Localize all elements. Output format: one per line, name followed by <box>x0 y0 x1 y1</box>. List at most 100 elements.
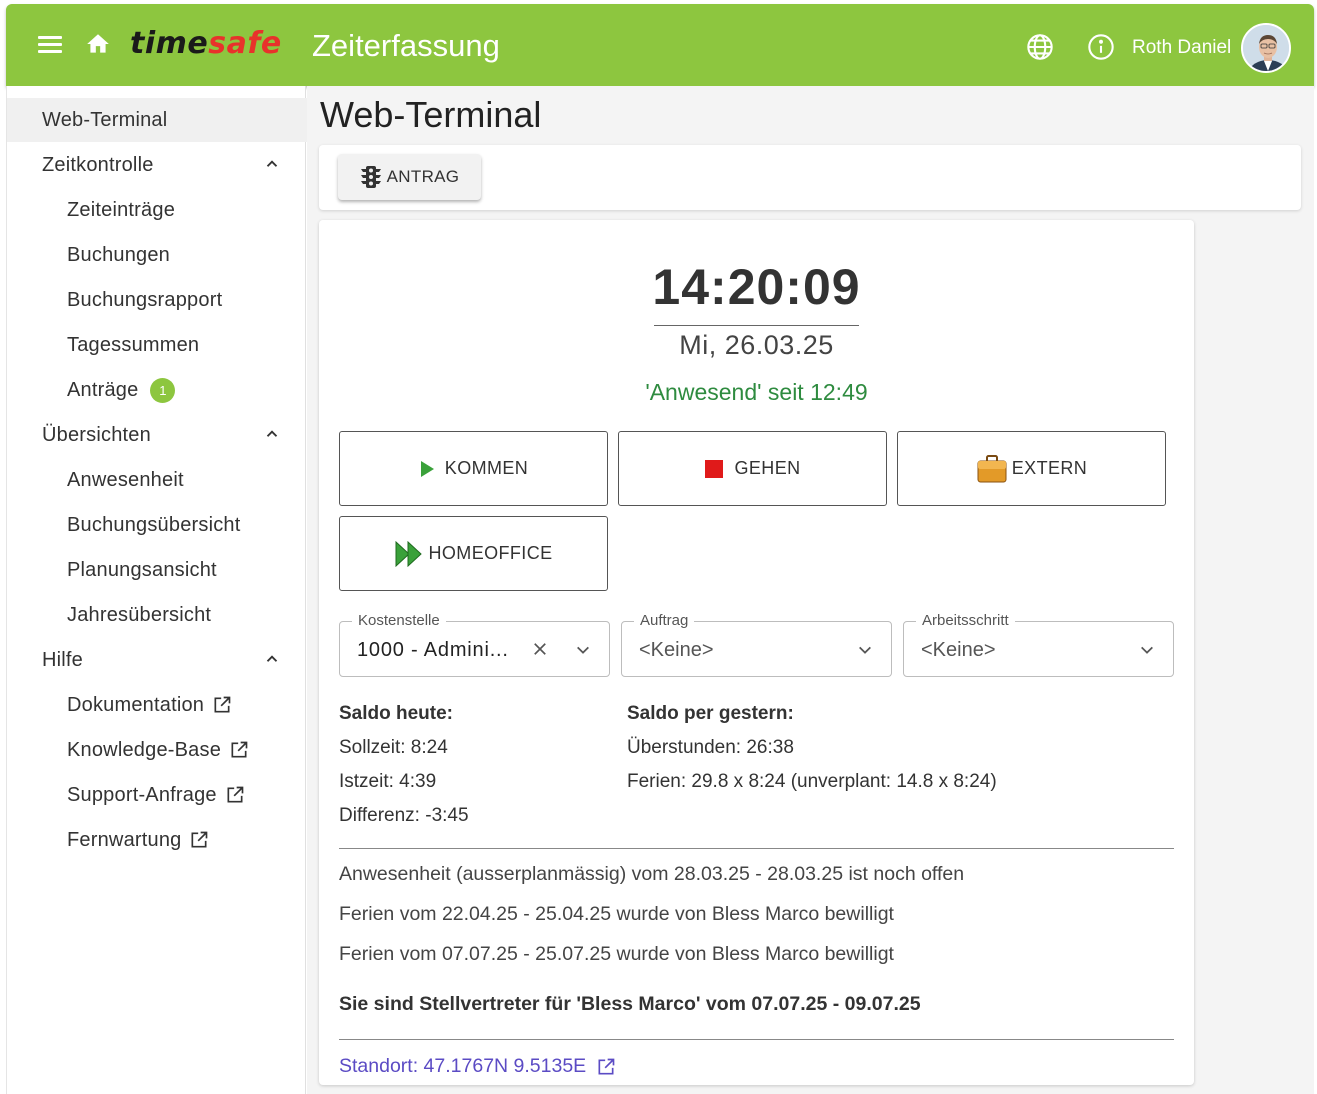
sidebar-item-label: Buchungsübersicht <box>67 513 241 536</box>
chevron-up-icon <box>266 430 278 437</box>
sidebar-item-tagessummen[interactable]: Tagessummen <box>7 323 307 367</box>
auftrag-value: <Keine> <box>639 639 714 661</box>
sidebar-item-support-anfrage[interactable]: Support-Anfrage <box>7 773 307 817</box>
sollzeit-value: Sollzeit: 8:24 <box>339 737 448 758</box>
message-item: Anwesenheit (ausserplanmässig) vom 28.03… <box>339 863 965 885</box>
info-icon[interactable] <box>1087 33 1115 61</box>
antrag-button-label: ANTRAG <box>386 167 460 186</box>
istzeit-value: Istzeit: 4:39 <box>339 771 437 792</box>
sidebar-item-label: Zeiteinträge <box>67 198 176 221</box>
kommen-label: KOMMEN <box>444 458 529 478</box>
app-header: timesafe Zeiterfassung Roth Daniel <box>6 4 1314 86</box>
home-icon[interactable] <box>84 31 112 57</box>
kostenstelle-select[interactable]: Kostenstelle 1000 - Admini... <box>339 612 610 677</box>
logo-text-time: time <box>130 26 209 61</box>
fast-forward-icon <box>395 540 422 567</box>
arbeitsschritt-select[interactable]: Arbeitsschritt <Keine> <box>903 612 1174 677</box>
homeoffice-button[interactable]: HOMEOFFICE <box>339 516 608 591</box>
sidebar-item-label: Web-Terminal <box>42 108 168 131</box>
sidebar-item-label: Buchungen <box>67 243 171 266</box>
kostenstelle-label: Kostenstelle <box>352 612 446 629</box>
sidebar-group-zeitkontrolle[interactable]: Zeitkontrolle <box>7 143 307 187</box>
external-link-icon <box>214 696 231 713</box>
ferien-value: Ferien: 29.8 x 8:24 (unverplant: 14.8 x … <box>627 771 997 792</box>
sidebar-item-zeiteintraege[interactable]: Zeiteinträge <box>7 188 307 232</box>
sidebar-item-label: Knowledge-Base <box>67 738 222 761</box>
auftrag-select[interactable]: Auftrag <Keine> <box>621 612 892 677</box>
sidebar-item-label: Anwesenheit <box>67 468 184 491</box>
sidebar-group-hilfe[interactable]: Hilfe <box>7 638 307 682</box>
antrag-button[interactable]: ANTRAG <box>338 154 481 200</box>
arbeitsschritt-value: <Keine> <box>921 639 996 661</box>
divider <box>339 1039 1174 1040</box>
count-badge: 1 <box>150 377 176 403</box>
globe-icon[interactable] <box>1026 33 1054 61</box>
sidebar-item-label: Jahresübersicht <box>67 603 212 626</box>
play-icon <box>420 460 434 477</box>
app-title: Zeiterfassung <box>312 28 500 63</box>
homeoffice-label: HOMEOFFICE <box>428 543 553 563</box>
ueberstunden-value: Überstunden: 26:38 <box>627 737 794 758</box>
sidebar: Web-Terminal Zeitkontrolle Zeiteinträge … <box>6 86 307 1094</box>
sidebar-group-uebersichten[interactable]: Übersichten <box>7 413 307 457</box>
briefcase-icon <box>977 454 1007 482</box>
auftrag-label: Auftrag <box>634 612 695 629</box>
terminal-card: 14:20:09 Mi, 26.03.25 'Anwesend' seit 12… <box>319 220 1194 1085</box>
clock-divider <box>654 325 859 326</box>
presence-status: 'Anwesend' seit 12:49 <box>645 379 868 405</box>
main-content: Web-Terminal ANTRAG 14:20:09 Mi, 26.03.2… <box>307 86 1314 1094</box>
chevron-down-icon <box>577 646 589 654</box>
sidebar-item-jahresuebersicht[interactable]: Jahresübersicht <box>7 593 307 637</box>
external-link-icon <box>231 741 248 758</box>
divider <box>339 848 1174 849</box>
menu-icon[interactable] <box>38 36 62 54</box>
sidebar-item-fernwartung[interactable]: Fernwartung <box>7 818 307 862</box>
sidebar-item-knowledge-base[interactable]: Knowledge-Base <box>7 728 307 772</box>
sidebar-item-buchungsuebersicht[interactable]: Buchungsübersicht <box>7 503 307 547</box>
sidebar-item-label: Tagessummen <box>67 333 200 356</box>
toolbar: ANTRAG <box>319 145 1301 210</box>
clock-time: 14:20:09 <box>652 259 861 315</box>
page-title: Web-Terminal <box>320 94 542 135</box>
chevron-up-icon <box>266 655 278 662</box>
external-link-icon <box>598 1058 614 1075</box>
user-name[interactable]: Roth Daniel <box>1132 37 1231 59</box>
saldo-heute-title: Saldo heute: <box>339 703 454 724</box>
stop-icon <box>705 459 724 478</box>
sidebar-item-antraege[interactable]: Anträge 1 <box>7 368 307 412</box>
gehen-button[interactable]: GEHEN <box>618 431 887 506</box>
arbeitsschritt-label: Arbeitsschritt <box>916 612 1015 629</box>
sidebar-item-buchungen[interactable]: Buchungen <box>7 233 307 277</box>
saldo-gestern-title: Saldo per gestern: <box>627 703 794 724</box>
logo-text-safe: safe <box>208 26 282 61</box>
standort-link[interactable]: Standort: 47.1767N 9.5135E <box>339 1055 616 1078</box>
sidebar-item-label: Fernwartung <box>67 828 182 851</box>
kostenstelle-value: 1000 - Admini... <box>357 639 509 661</box>
sidebar-item-label: Anträge <box>67 378 139 401</box>
avatar[interactable] <box>1241 23 1291 73</box>
traffic-light-icon <box>360 166 381 188</box>
timesafe-logo[interactable]: timesafe <box>130 26 282 61</box>
sidebar-item-label: Übersichten <box>42 423 151 446</box>
chevron-up-icon <box>266 160 278 167</box>
sidebar-item-web-terminal[interactable]: Web-Terminal <box>7 98 307 142</box>
sidebar-item-buchungsrapport[interactable]: Buchungsrapport <box>7 278 307 322</box>
external-link-icon <box>227 786 244 803</box>
chevron-down-icon <box>859 646 871 654</box>
message-item: Ferien vom 07.07.25 - 25.07.25 wurde von… <box>339 943 894 965</box>
kommen-button[interactable]: KOMMEN <box>339 431 608 506</box>
differenz-value: Differenz: -3:45 <box>339 805 469 826</box>
clock-date: Mi, 26.03.25 <box>679 330 834 360</box>
sidebar-item-anwesenheit[interactable]: Anwesenheit <box>7 458 307 502</box>
sidebar-item-label: Support-Anfrage <box>67 783 217 806</box>
standort-label: Standort: 47.1767N 9.5135E <box>339 1055 587 1077</box>
sidebar-item-planungsansicht[interactable]: Planungsansicht <box>7 548 307 592</box>
clear-icon[interactable] <box>531 640 549 658</box>
external-link-icon <box>191 831 208 848</box>
extern-label: EXTERN <box>1011 458 1088 478</box>
chevron-down-icon <box>1141 646 1153 654</box>
extern-button[interactable]: EXTERN <box>897 431 1166 506</box>
sidebar-item-dokumentation[interactable]: Dokumentation <box>7 683 307 727</box>
stellvertreter-notice: Sie sind Stellvertreter für 'Bless Marco… <box>339 993 921 1015</box>
gehen-label: GEHEN <box>734 458 801 478</box>
